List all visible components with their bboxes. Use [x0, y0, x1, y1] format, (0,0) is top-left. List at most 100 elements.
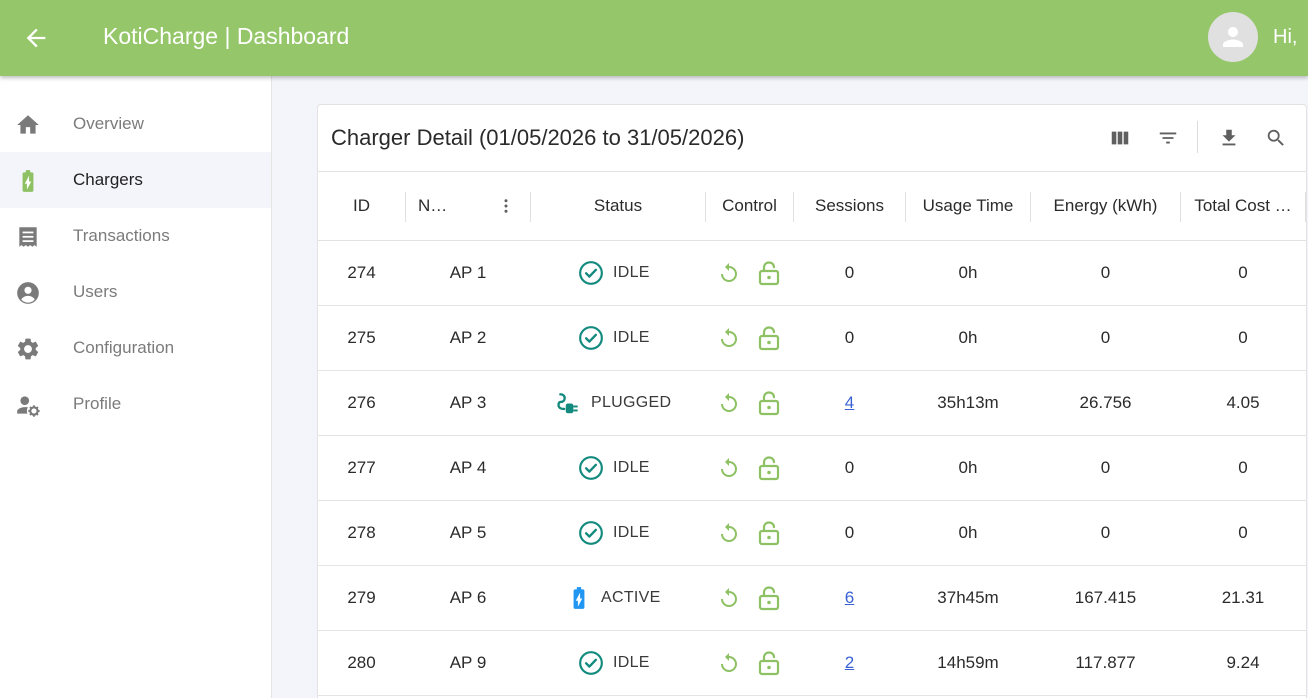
cell-energy: 0: [1100, 328, 1111, 347]
cell-total-cost: 0: [1238, 523, 1248, 542]
sidebar-item-profile[interactable]: Profile: [0, 376, 271, 432]
unlock-icon[interactable]: [755, 259, 783, 287]
cell-energy: 0: [1100, 523, 1111, 542]
sidebar-item-label: Transactions: [73, 226, 170, 245]
receipt-icon: [15, 224, 41, 250]
check-circle-icon: [578, 325, 604, 351]
sidebar-item-overview[interactable]: Overview: [0, 96, 271, 152]
person-icon: [1223, 27, 1243, 47]
gear-icon: [15, 336, 41, 362]
cell-name: AP 4: [449, 458, 487, 477]
table-row[interactable]: 274 AP 1 IDLE 0 0h 0 0: [318, 241, 1306, 306]
cell-energy: 0: [1100, 263, 1111, 282]
cell-id: 278: [347, 523, 376, 542]
cell-name: AP 9: [449, 653, 487, 672]
column-header-status[interactable]: Status: [531, 172, 705, 240]
home-icon: [15, 112, 41, 138]
cell-total-cost: 4.05: [1226, 393, 1260, 412]
restart-icon[interactable]: [715, 259, 743, 287]
restart-icon[interactable]: [715, 454, 743, 482]
column-header-control[interactable]: Control: [706, 172, 793, 240]
cell-sessions: 0: [794, 436, 905, 500]
cell-sessions: 0: [794, 501, 905, 565]
unlock-icon[interactable]: [755, 324, 783, 352]
filter-button[interactable]: [1154, 124, 1182, 152]
search-icon: [1267, 129, 1284, 146]
restart-icon[interactable]: [715, 519, 743, 547]
view-columns-button[interactable]: [1106, 124, 1134, 152]
cell-usage-time: 0h: [958, 328, 978, 347]
check-circle-icon: [578, 260, 604, 286]
unlock-icon[interactable]: [755, 389, 783, 417]
sidebar: Overview Chargers Transactions Users Con…: [0, 76, 272, 698]
download-button[interactable]: [1215, 124, 1243, 152]
unlock-icon[interactable]: [755, 649, 783, 677]
unlock-icon[interactable]: [755, 519, 783, 547]
ev-plug-icon: [556, 390, 582, 416]
sidebar-item-users[interactable]: Users: [0, 264, 271, 320]
sessions-link[interactable]: 4: [845, 393, 854, 412]
cell-name: AP 3: [449, 393, 487, 412]
cell-total-cost: 9.24: [1226, 653, 1260, 672]
cell-sessions[interactable]: 2: [794, 631, 905, 695]
cell-name: AP 5: [449, 523, 487, 542]
status-label: PLUGGED: [591, 394, 672, 411]
restart-icon[interactable]: [715, 584, 743, 612]
column-header-name[interactable]: N…: [406, 172, 461, 240]
cell-status: IDLE: [578, 241, 650, 305]
sessions-link[interactable]: 6: [845, 588, 854, 607]
table-row[interactable]: 278 AP 5 IDLE 0 0h 0 0: [318, 501, 1306, 566]
sidebar-item-chargers[interactable]: Chargers: [0, 152, 271, 208]
cell-sessions[interactable]: 4: [794, 371, 905, 435]
status-label: IDLE: [613, 654, 650, 671]
cell-id: 280: [347, 653, 376, 672]
sidebar-item-label: Users: [73, 282, 118, 301]
sidebar-item-label: Overview: [73, 114, 144, 133]
app-bar: KotiCharge | Dashboard Hi,: [0, 0, 1308, 76]
column-header-total-cost[interactable]: Total Cost …: [1181, 172, 1305, 240]
cell-usage-time: 0h: [958, 263, 978, 282]
sidebar-item-label: Profile: [73, 394, 122, 413]
sessions-link[interactable]: 2: [845, 653, 854, 672]
cell-id: 277: [347, 458, 376, 477]
status-label: IDLE: [613, 329, 650, 346]
cell-energy: 117.877: [1075, 653, 1136, 672]
sessions-count: 0: [844, 263, 855, 282]
cell-total-cost: 0: [1238, 328, 1248, 347]
unlock-icon[interactable]: [755, 454, 783, 482]
cell-sessions[interactable]: 6: [794, 566, 905, 630]
sidebar-item-label: Configuration: [73, 338, 175, 357]
status-label: IDLE: [613, 524, 650, 541]
column-menu-icon[interactable]: [496, 196, 516, 216]
table-row[interactable]: 279 AP 6 ACTIVE 6 37h45m 167.415 21.31: [318, 566, 1306, 631]
column-header-id[interactable]: ID: [318, 172, 405, 240]
user-settings-icon: [15, 392, 41, 418]
status-label: ACTIVE: [601, 589, 661, 606]
restart-icon[interactable]: [715, 324, 743, 352]
restart-icon[interactable]: [715, 649, 743, 677]
sidebar-item-label: Chargers: [73, 170, 143, 189]
account-circle-icon: [15, 280, 41, 306]
card-title: Charger Detail (01/05/2026 to 31/05/2026…: [331, 125, 745, 150]
search-button[interactable]: [1262, 124, 1290, 152]
table-row[interactable]: 280 AP 9 IDLE 2 14h59m 117.877 9.24: [318, 631, 1306, 696]
cell-usage-time: 0h: [958, 523, 978, 542]
user-avatar[interactable]: [1208, 12, 1258, 62]
column-header-sessions[interactable]: Sessions: [794, 172, 905, 240]
cell-status: IDLE: [578, 631, 650, 695]
cell-status: IDLE: [578, 436, 650, 500]
table-row[interactable]: 277 AP 4 IDLE 0 0h 0 0: [318, 436, 1306, 501]
sidebar-item-transactions[interactable]: Transactions: [0, 208, 271, 264]
table-row[interactable]: 276 AP 3 PLUGGED 4 35h13m 26.756 4.05: [318, 371, 1306, 436]
unlock-icon[interactable]: [755, 584, 783, 612]
table-row[interactable]: 275 AP 2 IDLE 0 0h 0 0: [318, 306, 1306, 371]
cell-status: IDLE: [578, 306, 650, 370]
back-arrow-icon[interactable]: [18, 20, 54, 56]
sidebar-item-configuration[interactable]: Configuration: [0, 320, 271, 376]
battery-charging-icon: [15, 168, 41, 194]
column-header-energy[interactable]: Energy (kWh): [1031, 172, 1180, 240]
cell-usage-time: 35h13m: [937, 393, 999, 412]
column-header-usage-time[interactable]: Usage Time: [906, 172, 1030, 240]
cell-usage-time: 37h45m: [937, 588, 999, 607]
restart-icon[interactable]: [715, 389, 743, 417]
